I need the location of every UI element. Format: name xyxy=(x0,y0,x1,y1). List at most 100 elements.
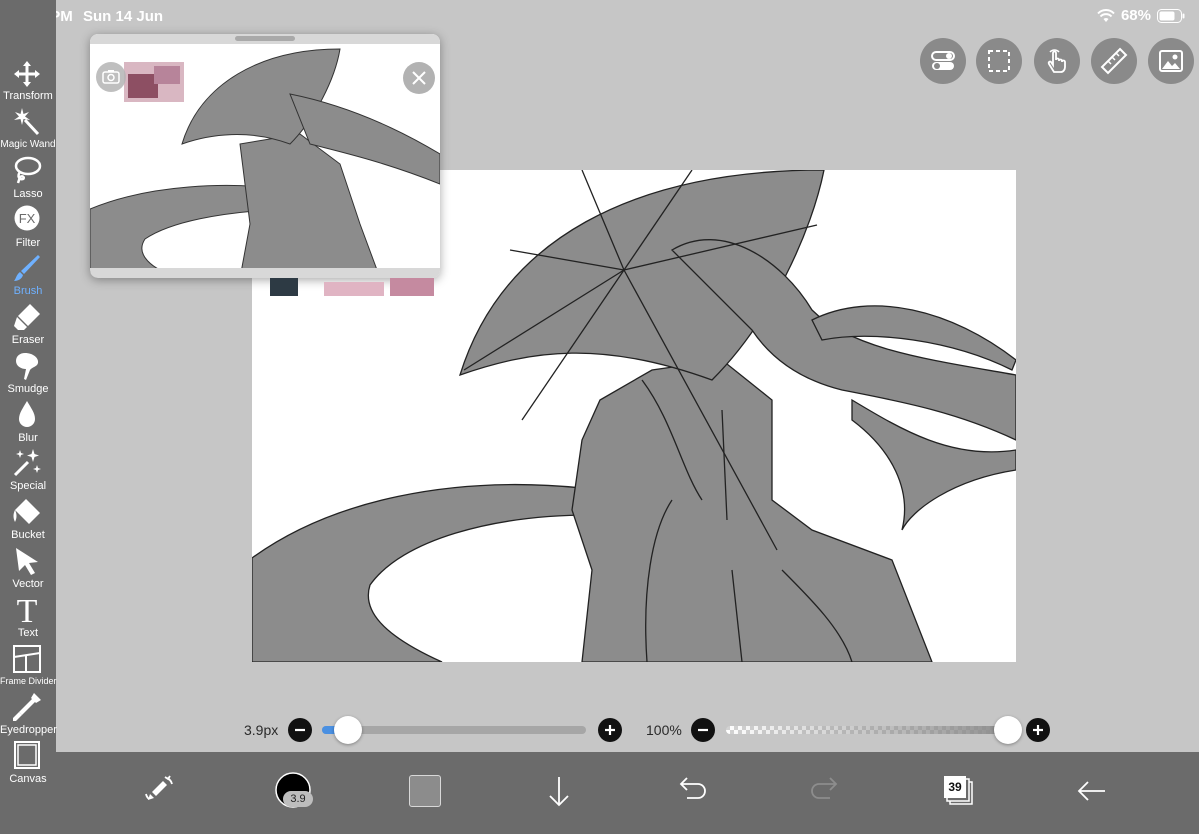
tool-label: Canvas xyxy=(9,773,47,785)
touch-gesture-icon xyxy=(1047,49,1066,73)
download-arrow-icon xyxy=(549,777,569,807)
tool-label: Transform xyxy=(3,90,53,102)
reference-window[interactable] xyxy=(90,34,440,278)
status-bar: 9:57 PM Sun 14 Jun 68% xyxy=(0,0,1199,32)
plus-icon xyxy=(1033,725,1043,735)
tool-label: Lasso xyxy=(13,188,43,200)
fx-glyph: FX xyxy=(19,211,36,226)
back-button[interactable] xyxy=(1067,764,1117,814)
material-button[interactable] xyxy=(1148,38,1194,84)
tool-label: Magic Wand xyxy=(0,139,56,150)
download-button[interactable] xyxy=(534,764,584,814)
tool-label: Eraser xyxy=(11,334,45,346)
transform-icon xyxy=(14,61,40,87)
text-glyph: T xyxy=(17,594,38,626)
smudge-icon xyxy=(16,353,39,380)
opacity-slider[interactable] xyxy=(726,726,1016,734)
layers-button[interactable]: 39 xyxy=(933,764,983,814)
ruler-button[interactable] xyxy=(1091,38,1137,84)
brush-size-minus-button[interactable] xyxy=(288,718,312,742)
tool-filter[interactable]: FX Filter xyxy=(0,204,56,252)
brush-size-indicator[interactable]: 3.9 xyxy=(268,764,318,814)
magic-wand-icon xyxy=(14,108,40,136)
tool-label: Blur xyxy=(18,432,38,444)
blur-drop-icon xyxy=(19,401,35,427)
opacity-value: 100% xyxy=(646,722,682,738)
tool-label: Vector xyxy=(12,578,44,590)
wifi-icon xyxy=(1097,8,1115,22)
tool-label: Smudge xyxy=(7,383,49,395)
special-sparkle-icon xyxy=(13,449,41,477)
tool-bucket[interactable]: Bucket xyxy=(0,496,56,544)
tool-sidebar: Transform Magic Wand Lasso FX Filter Bru… xyxy=(0,0,57,834)
color-swatch-button[interactable] xyxy=(401,764,451,814)
tool-blur[interactable]: Blur xyxy=(0,399,56,447)
undo-icon xyxy=(679,777,706,799)
camera-icon xyxy=(102,70,120,84)
material-image-icon xyxy=(1159,50,1183,72)
reference-color-thumb xyxy=(124,62,184,102)
brush-icon xyxy=(14,255,40,281)
minus-icon xyxy=(295,728,305,732)
close-icon xyxy=(412,71,426,85)
quick-menu-icon xyxy=(145,775,173,800)
drag-handle[interactable] xyxy=(235,36,295,41)
quick-menu-button[interactable] xyxy=(134,764,184,814)
brush-size-slider-thumb[interactable] xyxy=(334,716,363,744)
selection-button[interactable] xyxy=(976,38,1022,84)
battery-percent: 68% xyxy=(1120,7,1151,24)
tool-lasso[interactable]: Lasso xyxy=(0,155,56,203)
battery-icon xyxy=(1157,8,1185,23)
redo-icon xyxy=(811,777,838,799)
bucket-icon xyxy=(13,499,40,524)
reference-close-button[interactable] xyxy=(403,62,435,94)
frame-divider-icon xyxy=(13,645,41,673)
redo-button[interactable] xyxy=(800,764,850,814)
tool-label: Frame Divider xyxy=(0,676,57,686)
eraser-icon xyxy=(14,304,40,330)
tool-label: Brush xyxy=(13,285,43,297)
toggle-icon xyxy=(931,51,955,70)
touch-gesture-button[interactable] xyxy=(1034,38,1080,84)
plus-icon xyxy=(605,725,615,735)
minus-icon xyxy=(698,728,708,732)
camera-button[interactable] xyxy=(96,62,126,92)
status-date: Sun 14 Jun xyxy=(83,8,164,25)
tool-text[interactable]: T Text xyxy=(0,594,56,642)
tool-brush[interactable]: Brush xyxy=(0,252,56,300)
tool-label: Special xyxy=(9,480,47,492)
selection-icon xyxy=(988,50,1010,72)
brush-size-plus-button[interactable] xyxy=(598,718,622,742)
tool-eraser[interactable]: Eraser xyxy=(0,301,56,349)
tool-label: Filter xyxy=(15,237,41,249)
tool-vector[interactable]: Vector xyxy=(0,545,56,593)
reference-bottom-bar xyxy=(90,268,440,278)
ruler-icon xyxy=(1100,47,1128,75)
fx-icon: FX xyxy=(14,205,40,231)
tool-label: Bucket xyxy=(11,529,45,541)
vector-arrow-icon xyxy=(16,548,38,575)
tool-label: Eyedropper xyxy=(0,724,57,736)
tool-canvas[interactable]: Canvas xyxy=(0,740,56,788)
tool-special[interactable]: Special xyxy=(0,447,56,495)
reference-peek-strip xyxy=(270,278,434,296)
layer-count: 39 xyxy=(948,780,962,794)
eyedropper-icon xyxy=(13,693,41,721)
opacity-plus-button[interactable] xyxy=(1026,718,1050,742)
tool-eyedropper[interactable]: Eyedropper xyxy=(0,691,57,739)
lasso-icon xyxy=(14,156,42,184)
tool-frame-divider[interactable]: Frame Divider xyxy=(0,643,57,691)
tool-smudge[interactable]: Smudge xyxy=(0,350,56,398)
toggle-button[interactable] xyxy=(920,38,966,84)
undo-button[interactable] xyxy=(667,764,717,814)
reference-thumbnail xyxy=(90,48,440,278)
opacity-slider-thumb[interactable] xyxy=(994,716,1022,744)
opacity-minus-button[interactable] xyxy=(691,718,715,742)
bottom-toolbar: 3.9 39 xyxy=(56,752,1199,834)
tool-transform[interactable]: Transform xyxy=(0,58,56,106)
brush-size-badge: 3.9 xyxy=(283,791,313,807)
tool-magic-wand[interactable]: Magic Wand xyxy=(0,106,56,154)
brush-size-value: 3.9px xyxy=(244,722,279,738)
canvas-icon xyxy=(14,741,40,769)
tool-label: Text xyxy=(17,627,39,639)
